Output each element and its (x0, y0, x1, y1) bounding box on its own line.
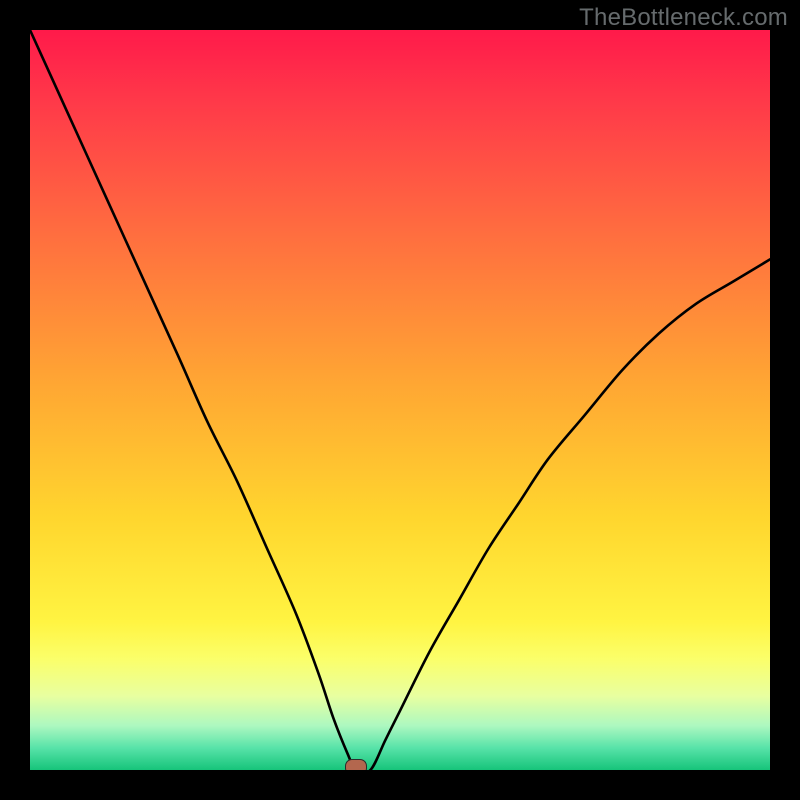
watermark-label: TheBottleneck.com (579, 4, 788, 32)
bottleneck-curve (30, 30, 770, 770)
chart-frame: TheBottleneck.com (0, 0, 800, 800)
curve-path (30, 30, 770, 770)
optimal-marker (345, 759, 367, 770)
plot-area (30, 30, 770, 770)
